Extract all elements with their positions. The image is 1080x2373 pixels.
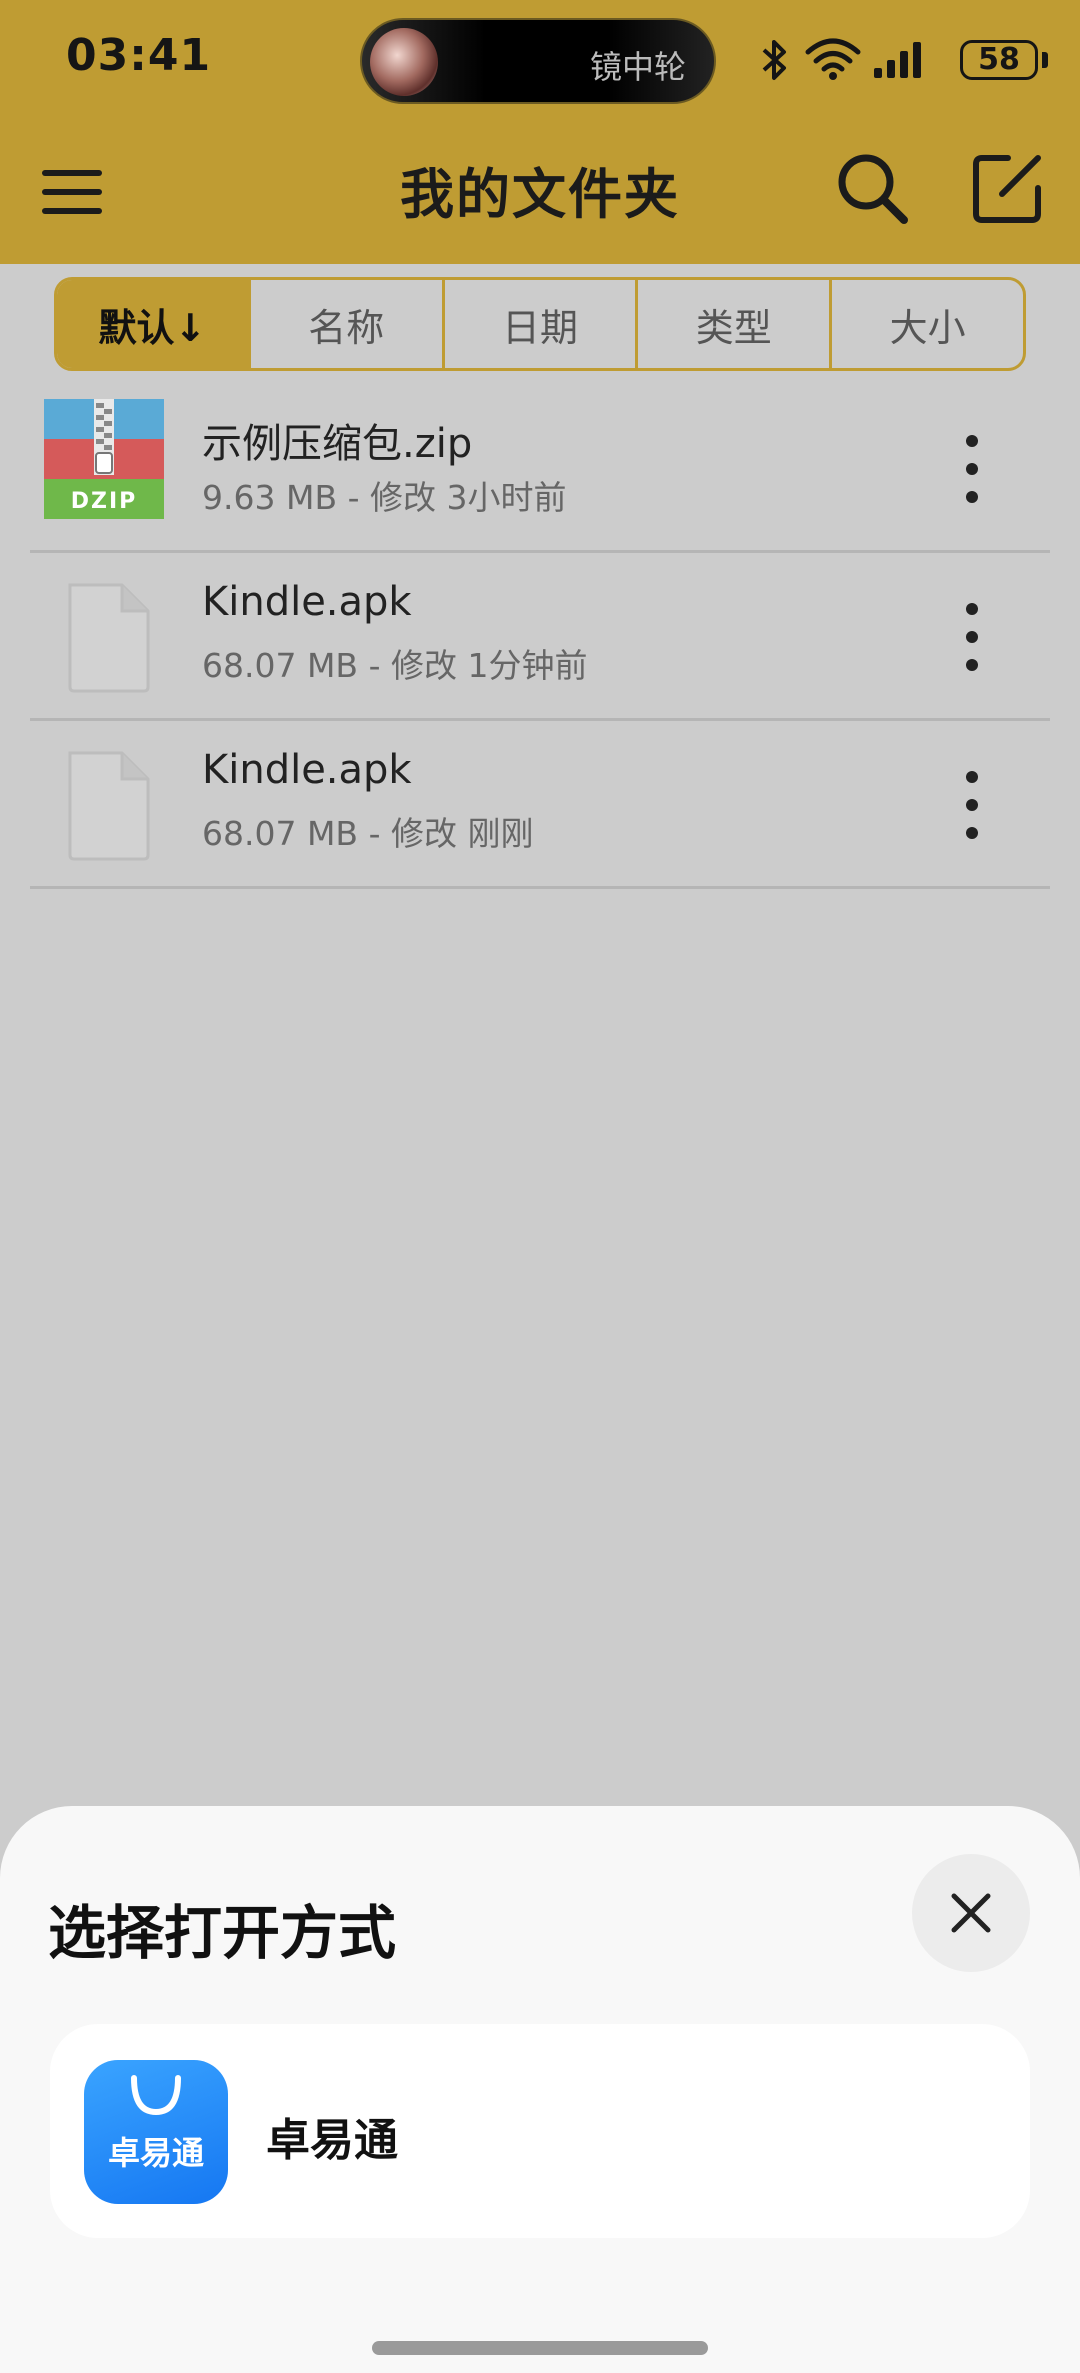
tab-size[interactable]: 大小: [829, 280, 1023, 368]
tab-name[interactable]: 名称: [247, 280, 442, 368]
file-name: Kindle.apk: [202, 579, 412, 625]
sort-tabs: 默认↓ 名称 日期 类型 大小: [54, 277, 1026, 371]
search-icon[interactable]: [832, 148, 912, 228]
file-icon: [68, 583, 150, 693]
wifi-icon: [805, 38, 861, 80]
sheet-title: 选择打开方式: [48, 1899, 397, 1967]
page-title: 我的文件夹: [400, 163, 680, 226]
more-options-icon[interactable]: [952, 431, 992, 507]
battery-icon: 58: [960, 40, 1038, 80]
dynamic-island[interactable]: 镜中轮: [360, 18, 716, 104]
file-row[interactable]: DZIP 示例压缩包.zip 9.63 MB - 修改 3小时前: [30, 385, 1050, 553]
status-bar: 03:41 镜中轮 58: [0, 0, 1080, 120]
battery-tip: [1042, 52, 1048, 68]
album-art-icon: [370, 28, 438, 96]
file-meta: 68.07 MB - 修改 刚刚: [202, 814, 534, 853]
more-options-icon[interactable]: [952, 599, 992, 675]
tab-date[interactable]: 日期: [441, 280, 636, 368]
tab-default[interactable]: 默认↓: [57, 280, 248, 368]
edit-icon[interactable]: [968, 148, 1048, 228]
more-options-icon[interactable]: [952, 767, 992, 843]
zip-icon-label: DZIP: [70, 489, 138, 514]
app-option[interactable]: 卓易通 卓易通: [50, 2024, 1030, 2238]
file-meta: 9.63 MB - 修改 3小时前: [202, 478, 567, 517]
app-bar: 我的文件夹: [0, 120, 1080, 264]
app-name: 卓易通: [266, 2115, 398, 2166]
open-with-sheet: 选择打开方式 卓易通 卓易通: [0, 1806, 1080, 2373]
file-name: 示例压缩包.zip: [202, 421, 473, 467]
bluetooth-icon: [762, 40, 786, 80]
tab-type[interactable]: 类型: [635, 280, 829, 368]
home-indicator[interactable]: [372, 2341, 708, 2355]
file-icon: [68, 751, 150, 861]
signal-icon: [874, 42, 921, 78]
file-row[interactable]: Kindle.apk 68.07 MB - 修改 刚刚: [30, 721, 1050, 889]
close-button[interactable]: [912, 1854, 1030, 1972]
app-icon: 卓易通: [84, 2060, 228, 2204]
file-row[interactable]: Kindle.apk 68.07 MB - 修改 1分钟前: [30, 553, 1050, 721]
app-icon-label: 卓易通: [107, 2134, 204, 2172]
status-time: 03:41: [66, 30, 212, 81]
shopping-bag-handle-icon: [131, 2075, 181, 2116]
file-name: Kindle.apk: [202, 747, 412, 793]
island-text: 镜中轮: [589, 48, 686, 86]
file-meta: 68.07 MB - 修改 1分钟前: [202, 646, 588, 685]
close-icon: [951, 1893, 991, 1933]
